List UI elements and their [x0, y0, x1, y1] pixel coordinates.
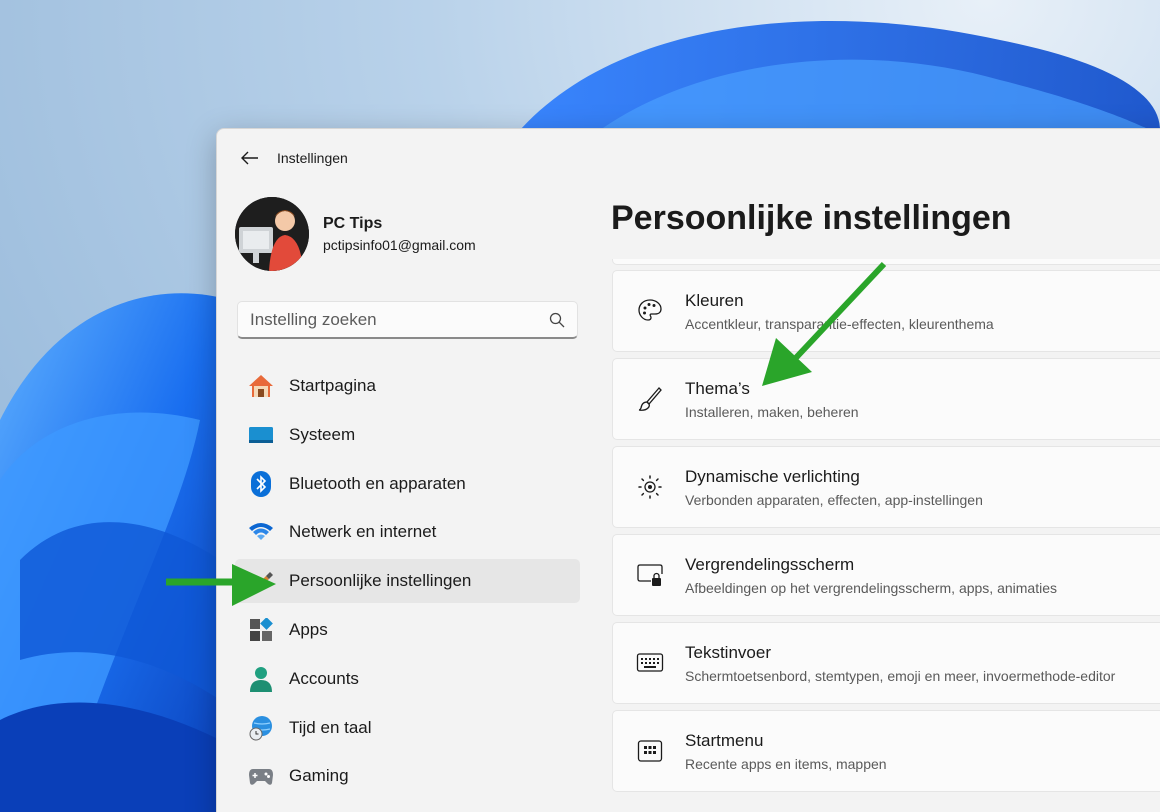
card-startmenu[interactable]: Startmenu Recente apps en items, mappen [612, 710, 1160, 792]
sidebar-item-bluetooth[interactable]: Bluetooth en apparaten [235, 462, 580, 506]
card-title: Thema’s [685, 378, 750, 398]
personalization-icon [247, 567, 275, 595]
avatar [235, 197, 309, 271]
card-subtitle: Accentkleur, transparantie-effecten, kle… [685, 315, 994, 332]
card-subtitle: Recente apps en items, mappen [685, 755, 887, 772]
bluetooth-icon [247, 470, 275, 498]
card-title: Kleuren [685, 290, 744, 310]
title-bar: Instellingen [217, 129, 1160, 187]
settings-window: Instellingen PC Tips pctipsinfo01@gmail.… [216, 128, 1160, 812]
sidebar-item-label: Tijd en taal [289, 717, 372, 737]
profile-email: pctipsinfo01@gmail.com [323, 237, 476, 253]
sidebar-item-label: Netwerk en internet [289, 522, 437, 542]
user-profile[interactable]: PC Tips pctipsinfo01@gmail.com [235, 197, 476, 271]
card-subtitle: Verbonden apparaten, effecten, app-inste… [685, 491, 983, 508]
keyboard-icon [635, 648, 665, 678]
apps-icon [247, 616, 275, 644]
card-subtitle: Schermtoetsenbord, stemtypen, emoji en m… [685, 667, 1116, 684]
sidebar-nav: Startpagina Systeem Bluetooth en apparat… [235, 364, 580, 803]
brush-icon [635, 384, 665, 414]
home-icon [247, 372, 275, 400]
lockscreen-icon [635, 560, 665, 590]
card-subtitle: Installeren, maken, beheren [685, 403, 859, 420]
card-title: Dynamische verlichting [685, 466, 860, 486]
lighting-icon [635, 472, 665, 502]
back-button[interactable] [235, 143, 265, 173]
system-icon [247, 421, 275, 449]
card-title: Tekstinvoer [685, 642, 771, 662]
palette-icon [635, 296, 665, 326]
sidebar-item-apps[interactable]: Apps [235, 608, 580, 652]
sidebar-item-label: Accounts [289, 668, 359, 688]
sidebar-item-label: Systeem [289, 424, 356, 444]
time-language-icon [247, 714, 275, 742]
profile-name: PC Tips [323, 215, 383, 232]
sidebar-item-label: Apps [289, 619, 328, 639]
card-subtitle: Afbeeldingen op het vergrendelingsscherm… [685, 579, 1058, 596]
sidebar-item-persoonlijke-instellingen[interactable]: Persoonlijke instellingen [235, 559, 580, 604]
wifi-icon [247, 518, 275, 546]
card-dynamische-verlichting[interactable]: Dynamische verlichting Verbonden apparat… [612, 446, 1160, 528]
sidebar-item-label: Gaming [289, 766, 349, 786]
sidebar-item-label: Bluetooth en apparaten [289, 473, 466, 493]
card-kleuren[interactable]: Kleuren Accentkleur, transparantie-effec… [612, 270, 1160, 352]
sidebar-item-accounts[interactable]: Accounts [235, 657, 580, 701]
start-icon [635, 736, 665, 766]
settings-list: Kleuren Accentkleur, transparantie-effec… [612, 259, 1160, 798]
gaming-icon [247, 762, 275, 790]
card-vergrendelingsscherm[interactable]: Vergrendelingsscherm Afbeeldingen op het… [612, 534, 1160, 616]
card-title: Startmenu [685, 730, 764, 750]
page-title: Persoonlijke instellingen [611, 199, 1012, 237]
search-icon [549, 312, 565, 327]
accounts-icon [247, 665, 275, 693]
sidebar-item-systeem[interactable]: Systeem [235, 413, 580, 457]
sidebar-item-netwerk[interactable]: Netwerk en internet [235, 510, 580, 554]
sidebar-item-label: Persoonlijke instellingen [289, 571, 472, 591]
sidebar-item-label: Startpagina [289, 376, 376, 395]
sidebar-item-gaming[interactable]: Gaming [235, 754, 580, 798]
search-box[interactable] [237, 301, 578, 339]
sidebar-item-startpagina[interactable]: Startpagina [235, 364, 580, 408]
search-input[interactable] [250, 309, 549, 330]
back-arrow-icon [241, 151, 258, 165]
app-title: Instellingen [277, 150, 348, 166]
card-themas[interactable]: Thema’s Installeren, maken, beheren [612, 358, 1160, 440]
card-tekstinvoer[interactable]: Tekstinvoer Schermtoetsenbord, stemtypen… [612, 622, 1160, 704]
sidebar-item-tijd-en-taal[interactable]: Tijd en taal [235, 706, 580, 750]
card-title: Vergrendelingsscherm [685, 554, 855, 574]
card-partial [612, 259, 1160, 265]
